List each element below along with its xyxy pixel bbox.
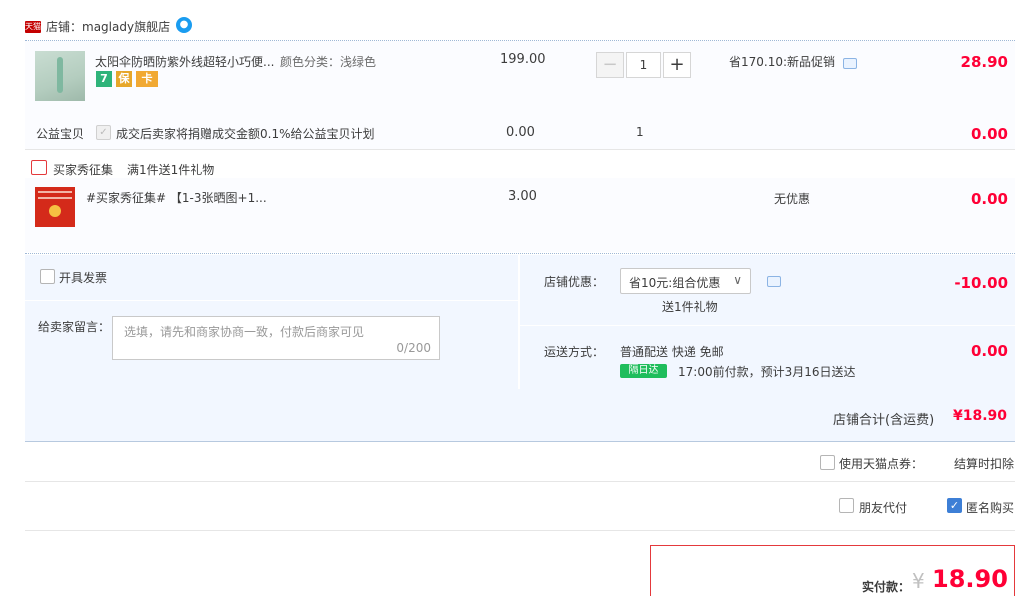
divider	[25, 253, 1015, 254]
gift-price: 3.00	[508, 189, 537, 204]
shipping-amount: 0.00	[970, 342, 1008, 360]
divider	[25, 530, 1015, 531]
friend-pay-label: 朋友代付	[859, 501, 908, 515]
product-title[interactable]: 太阳伞防晒防紫外线超轻小巧便...	[95, 53, 274, 70]
guarantee-icon[interactable]: 保	[116, 71, 132, 87]
shop-name[interactable]: 店铺：maglady旗舰店	[46, 18, 170, 35]
quantity-stepper[interactable]: − 1 +	[596, 52, 691, 78]
card-payment-icon[interactable]: 卡	[136, 71, 158, 87]
product-thumbnail[interactable]	[35, 51, 85, 101]
item-subtotal: 28.90	[960, 53, 1008, 71]
charity-text: 成交后卖家将捐赠成交金额0.1%给公益宝贝计划	[116, 127, 375, 141]
product-spec: 颜色分类：浅绿色	[280, 55, 377, 69]
gift-thumbnail[interactable]	[35, 187, 75, 227]
decrease-button[interactable]: −	[596, 52, 624, 78]
payment-label: 实付款：	[862, 580, 911, 594]
message-icon[interactable]	[767, 276, 781, 287]
message-icon[interactable]	[843, 58, 857, 69]
gift-icon	[31, 160, 47, 175]
shipping-method: 普通配送 快递 免邮	[620, 345, 724, 359]
shop-total-label: 店铺合计(含运费)	[833, 413, 935, 428]
anonymous-checkbox[interactable]: ✓	[947, 498, 962, 513]
unit-price: 199.00	[500, 52, 546, 67]
points-note: 结算时扣除	[954, 457, 1015, 471]
divider	[520, 325, 1015, 326]
gift-note: 送1件礼物	[662, 300, 718, 314]
invoice-checkbox[interactable]	[40, 269, 55, 284]
charity-quantity: 1	[636, 125, 644, 139]
seven-day-return-icon[interactable]: 7	[96, 71, 112, 87]
charity-price: 0.00	[506, 125, 535, 140]
remark-textarea[interactable]: 选填，请先和商家协商一致，付款后商家可见 0/200	[112, 316, 440, 360]
gift-promo-label: 买家秀征集	[53, 163, 114, 177]
divider	[25, 149, 1015, 150]
gift-subtotal: 0.00	[970, 190, 1008, 208]
anonymous-label: 匿名购买	[966, 501, 1015, 515]
chat-bubble-icon[interactable]: ●	[176, 17, 192, 33]
shop-discount-select[interactable]: 省10元:组合优惠 ∨	[620, 268, 751, 294]
friend-pay-checkbox[interactable]	[839, 498, 854, 513]
points-label: 使用天猫点券：	[839, 457, 924, 471]
gift-promo-status: 无优惠	[774, 192, 811, 206]
shop-discount-value: 省10元:组合优惠	[629, 276, 721, 290]
points-checkbox[interactable]	[820, 455, 835, 470]
divider	[25, 300, 518, 301]
gift-promo-rule: 满1件送1件礼物	[127, 163, 215, 177]
promo-text: 省170.10:新品促销	[729, 55, 836, 69]
charity-subtotal: 0.00	[970, 125, 1008, 143]
next-day-badge: 隔日达	[620, 364, 667, 378]
shipping-eta: 17:00前付款，预计3月16日送达	[678, 365, 856, 379]
chevron-down-icon: ∨	[733, 273, 742, 287]
charity-checkbox[interactable]: ✓	[96, 125, 111, 140]
shop-discount-amount: -10.00	[954, 274, 1008, 292]
currency-symbol: ¥	[912, 569, 925, 593]
increase-button[interactable]: +	[663, 52, 691, 78]
remark-counter: 0/200	[396, 341, 431, 355]
divider	[25, 481, 1015, 482]
shop-discount-label: 店铺优惠：	[544, 275, 605, 289]
tmall-badge: 天猫	[25, 21, 41, 33]
invoice-label: 开具发票	[59, 271, 108, 285]
gift-title[interactable]: #买家秀征集# 【1-3张晒图+1...	[86, 189, 267, 206]
charity-label: 公益宝贝	[36, 127, 85, 141]
remark-placeholder: 选填，请先和商家协商一致，付款后商家可见	[124, 325, 365, 339]
quantity-input[interactable]: 1	[626, 52, 661, 78]
payment-amount: 18.90	[932, 565, 1008, 593]
shipping-label: 运送方式：	[544, 345, 605, 359]
remark-label: 给卖家留言：	[38, 320, 111, 334]
shop-total-amount: ¥18.90	[953, 408, 1008, 424]
